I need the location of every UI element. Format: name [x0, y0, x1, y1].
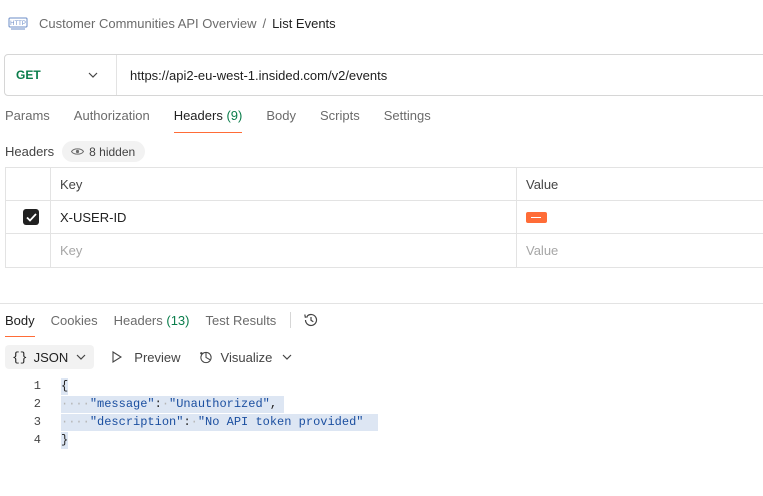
enable-header-checkbox[interactable] [23, 209, 39, 225]
tab-count: (13) [166, 312, 190, 328]
breadcrumb: HTTP Customer Communities API Overview /… [8, 12, 336, 34]
response-tab-test-results[interactable]: Test Results [206, 313, 277, 335]
response-tabs: Body Cookies Headers (13) Test Results [5, 311, 321, 337]
visualize-button[interactable]: Visualize [199, 349, 273, 365]
line-number: 4 [33, 433, 41, 447]
breadcrumb-current[interactable]: List Events [272, 16, 336, 31]
line-number: 1 [33, 379, 41, 393]
headers-title: Headers [5, 144, 55, 159]
code-line: 4 } [0, 431, 378, 449]
preview-button[interactable]: Preview [112, 349, 181, 365]
visualize-label: Visualize [220, 349, 273, 365]
response-tab-body[interactable]: Body [5, 312, 35, 337]
tab-body[interactable]: Body [266, 108, 296, 131]
tab-label: Cookies [50, 312, 98, 328]
column-header-value: Value [526, 176, 559, 192]
new-key-input[interactable]: Key [51, 234, 517, 267]
pane-divider[interactable] [0, 303, 763, 304]
tab-scripts[interactable]: Scripts [320, 108, 360, 131]
tab-label: Headers [173, 108, 223, 123]
headers-table: Key Value X-USER-ID Key Value [5, 167, 763, 268]
json-value: "No API token provided" [197, 415, 364, 429]
header-value-field[interactable] [517, 201, 763, 233]
line-number: 2 [33, 397, 41, 411]
row-check-cell [6, 234, 51, 267]
chevron-down-icon [86, 68, 100, 82]
code-line: 3 ···· "description": · "No API token provi… [0, 413, 378, 431]
new-value-input[interactable]: Value [517, 234, 763, 267]
open-brace: { [61, 379, 69, 393]
code-text: { [61, 377, 69, 395]
row-check-cell [6, 201, 51, 233]
response-toolbar: {} JSON Preview Visualize [5, 345, 296, 369]
chevron-down-icon [74, 350, 88, 364]
tab-label: Params [5, 108, 50, 123]
eye-icon [71, 145, 85, 158]
breadcrumb-separator: / [262, 15, 267, 31]
tab-count: (9) [226, 108, 243, 123]
table-header-row: Key Value [6, 168, 763, 201]
tab-authorization[interactable]: Authorization [74, 108, 150, 131]
table-row-new: Key Value [6, 234, 763, 267]
format-select[interactable]: {} JSON [5, 345, 95, 369]
preview-label: Preview [134, 349, 181, 365]
visualize-icon [199, 350, 213, 364]
breadcrumb-parent[interactable]: Customer Communities API Overview [39, 16, 256, 31]
header-key-field[interactable]: X-USER-ID [51, 201, 517, 233]
tab-label: Settings [383, 108, 431, 123]
response-tab-cookies[interactable]: Cookies [51, 313, 98, 335]
column-header-key: Key [51, 168, 517, 200]
play-icon [112, 350, 126, 364]
code-line: 2 ···· "message": · "Unauthorized", [0, 395, 378, 413]
json-value: "Unauthorized" [169, 397, 270, 411]
tab-settings[interactable]: Settings [384, 108, 431, 131]
method-label: GET [16, 68, 41, 82]
json-key: "message" [89, 397, 155, 411]
request-tabs: Params Authorization Headers (9) Body Sc… [5, 108, 455, 133]
visualize-options-chevron-icon[interactable] [282, 350, 296, 364]
history-icon[interactable] [303, 311, 321, 329]
braces-icon: {} [12, 349, 28, 365]
url-input[interactable]: https://api2-eu-west-1.insided.com/v2/ev… [117, 68, 387, 83]
request-url-bar: GET https://api2-eu-west-1.insided.com/v… [4, 54, 763, 96]
tab-label: Body [5, 312, 35, 328]
hidden-headers-toggle[interactable]: 8 hidden [62, 141, 146, 162]
header-check-cell [6, 168, 51, 200]
code-text: } [61, 431, 69, 449]
tab-label: Body [266, 108, 296, 123]
redacted-value [526, 211, 547, 223]
tab-label: Scripts [319, 108, 360, 123]
tab-headers[interactable]: Headers (9) [173, 108, 243, 133]
code-text: ···· "message": · "Unauthorized", [61, 395, 285, 413]
tab-separator [290, 312, 292, 328]
json-key: "description" [89, 415, 184, 429]
hidden-headers-label: 8 hidden [89, 144, 136, 159]
line-number: 3 [33, 415, 41, 429]
response-tab-headers[interactable]: Headers (13) [114, 313, 190, 335]
close-brace: } [61, 433, 69, 447]
table-row: X-USER-ID [6, 201, 763, 234]
tab-params[interactable]: Params [5, 108, 50, 131]
tab-label: Authorization [73, 108, 150, 123]
response-body-editor[interactable]: 1 { 2 ···· "message": · "Unauthorized", 3 ·… [0, 377, 378, 449]
tab-label: Headers [113, 312, 163, 328]
headers-section-header: Headers 8 hidden [5, 141, 146, 162]
svg-text:HTTP: HTTP [10, 21, 26, 27]
format-label: JSON [33, 349, 69, 365]
code-text: ···· "description": · "No API token provide… [61, 413, 378, 431]
code-line: 1 { [0, 377, 378, 395]
tab-label: Test Results [205, 312, 277, 328]
http-icon: HTTP [8, 14, 28, 32]
method-select[interactable]: GET [5, 55, 117, 95]
